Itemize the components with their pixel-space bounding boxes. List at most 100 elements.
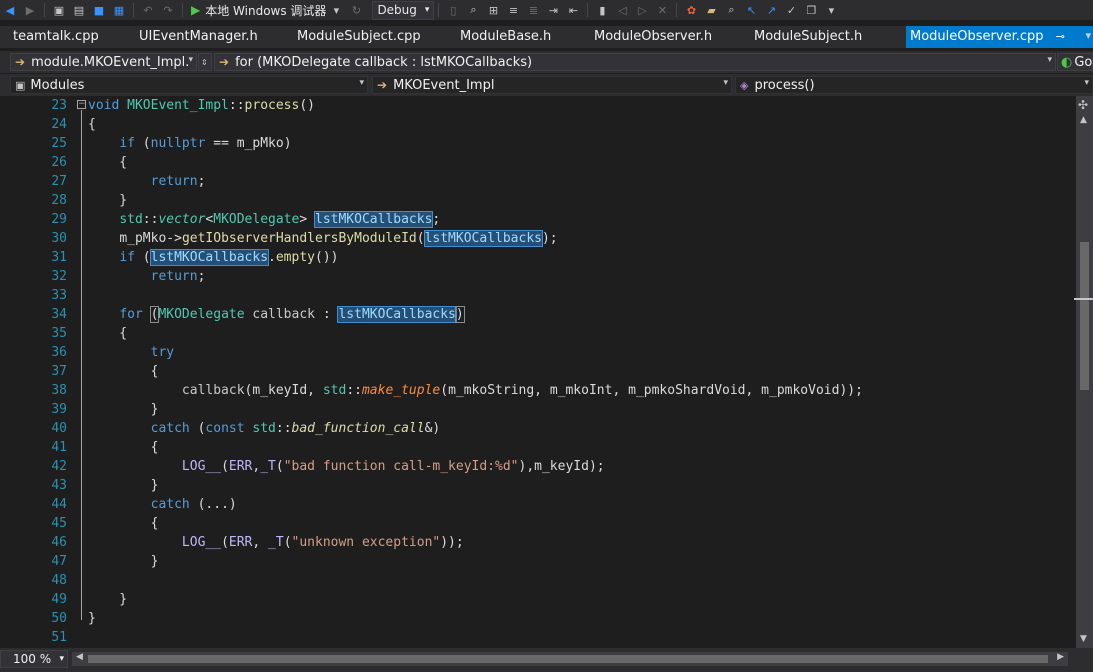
line-number: 25 bbox=[51, 136, 67, 151]
split-icon[interactable]: ✣ bbox=[1078, 98, 1088, 112]
code-line: 33 bbox=[0, 286, 1076, 305]
code-line: 46 LOG__(ERR, _T("unknown exception")); bbox=[0, 533, 1076, 552]
prev-bookmark-icon[interactable]: ◁ bbox=[615, 3, 629, 17]
toolbar-separator bbox=[438, 3, 440, 17]
code-line: 23− void MKOEvent_Impl::process() bbox=[0, 96, 1076, 115]
search-icon[interactable]: ⌕ bbox=[466, 3, 480, 17]
tab-teamtalk-cpp[interactable]: teamtalk.cpp bbox=[13, 26, 99, 48]
line-number: 24 bbox=[51, 117, 67, 132]
context-select[interactable]: ➔ for (MKODelegate callback : lstMKOCall… bbox=[214, 53, 1056, 71]
scroll-down-icon[interactable]: ▼ bbox=[1080, 634, 1087, 644]
line-number: 39 bbox=[51, 402, 67, 417]
dropdown-icon[interactable]: ▾ bbox=[329, 3, 343, 17]
outdent-icon[interactable]: ⇤ bbox=[566, 3, 580, 17]
scrollbar-thumb[interactable] bbox=[88, 655, 1048, 663]
code-line: 38 callback(m_keyId, std::make_tuple(m_m… bbox=[0, 381, 1076, 400]
redo-icon[interactable]: ↷ bbox=[161, 3, 175, 17]
file-icon[interactable]: ▯ bbox=[446, 3, 460, 17]
caret-position-marker bbox=[1074, 298, 1093, 300]
class-value: MKOEvent_Impl bbox=[393, 77, 495, 93]
indent-icon[interactable]: ⇥ bbox=[546, 3, 560, 17]
go-button[interactable]: ◐ Go bbox=[1057, 53, 1093, 71]
refresh-icon[interactable]: ↻ bbox=[349, 3, 363, 17]
bookmark-icon[interactable]: ▮ bbox=[595, 3, 609, 17]
tab-moduleobserver-h[interactable]: ModuleObserver.h bbox=[594, 26, 712, 48]
scrollbar-thumb[interactable] bbox=[1080, 242, 1089, 390]
code-line: 26 { bbox=[0, 153, 1076, 172]
line-number: 31 bbox=[51, 250, 67, 265]
scroll-up-icon[interactable]: ▲ bbox=[1080, 115, 1087, 125]
project-select[interactable]: ▣ Modules ▾ bbox=[10, 76, 368, 94]
undo-icon[interactable]: ↶ bbox=[141, 3, 155, 17]
zoom-select[interactable]: 100 % ▾ bbox=[0, 650, 68, 668]
clear-bookmarks-icon[interactable]: ✕ bbox=[655, 3, 669, 17]
list-icon[interactable]: ≡ bbox=[506, 3, 520, 17]
next-bookmark-icon[interactable]: ▷ bbox=[635, 3, 649, 17]
start-debugging-button[interactable]: ▶ 本地 Windows 调试器 ▾ bbox=[191, 2, 346, 19]
copy-icon[interactable]: ❐ bbox=[804, 3, 818, 17]
tab-modulesubject-h[interactable]: ModuleSubject.h bbox=[754, 26, 862, 48]
class-select[interactable]: ➔ MKOEvent_Impl ▾ bbox=[372, 76, 732, 94]
line-number: 49 bbox=[51, 592, 67, 607]
line-number: 36 bbox=[51, 345, 67, 360]
vertical-scrollbar[interactable]: ✣ ▲ ▼ bbox=[1074, 96, 1093, 648]
member-navigation-bar: ▣ Modules ▾ ➔ MKOEvent_Impl ▾ ◈ process(… bbox=[0, 74, 1093, 96]
code-line: 45 { bbox=[0, 514, 1076, 533]
spell-check-icon[interactable]: ✓ bbox=[784, 3, 798, 17]
spinner-icon: ⇕ bbox=[201, 57, 208, 67]
code-line: 50} bbox=[0, 609, 1076, 628]
toolbar-separator bbox=[182, 3, 183, 17]
method-icon: ◈ bbox=[740, 78, 749, 92]
line-number: 43 bbox=[51, 478, 67, 493]
new-project-icon[interactable]: ▣ bbox=[52, 3, 66, 17]
navigate-back-icon[interactable]: ↖ bbox=[744, 3, 758, 17]
toolbar-separator bbox=[44, 3, 45, 17]
editor-bottom-bar: 100 % ▾ ◀ ▶ bbox=[0, 648, 1093, 672]
chevron-down-icon: ▾ bbox=[723, 78, 728, 88]
project-icon: ▣ bbox=[15, 78, 26, 92]
settings-icon[interactable]: ✿ bbox=[684, 3, 698, 17]
forward-icon[interactable]: ▶ bbox=[23, 3, 37, 17]
toolbar-separator bbox=[133, 3, 134, 17]
tab-uieventmanager-h[interactable]: UIEventManager.h bbox=[139, 26, 258, 48]
toolbar-separator bbox=[587, 3, 589, 17]
scope-spinner[interactable]: ⇕ bbox=[198, 53, 212, 71]
more-icon[interactable]: ▾ bbox=[824, 3, 838, 17]
line-number: 45 bbox=[51, 516, 67, 531]
code-line: 36 try bbox=[0, 343, 1076, 362]
config-value: Debug bbox=[377, 3, 417, 17]
pin-icon[interactable]: ⊸ bbox=[1056, 30, 1065, 43]
line-number: 38 bbox=[51, 383, 67, 398]
save-icon[interactable]: ■ bbox=[92, 3, 106, 17]
code-line: 32 return; bbox=[0, 267, 1076, 286]
code-line: 29 std::vector<MKODelegate> lstMKOCallba… bbox=[0, 210, 1076, 229]
tab-modulebase-h[interactable]: ModuleBase.h bbox=[460, 26, 551, 48]
member-select[interactable]: ◈ process() ▾ bbox=[735, 76, 1093, 94]
code-line: 43 } bbox=[0, 476, 1076, 495]
save-all-icon[interactable]: ▦ bbox=[112, 3, 126, 17]
folder-icon[interactable]: ▰ bbox=[704, 3, 718, 17]
member-value: process() bbox=[754, 77, 815, 93]
collapse-icon[interactable]: − bbox=[77, 100, 86, 109]
back-icon[interactable]: ◀ bbox=[3, 3, 17, 17]
find-in-files-icon[interactable]: ⌕ bbox=[724, 3, 738, 17]
line-number: 42 bbox=[51, 459, 67, 474]
line-number: 33 bbox=[51, 288, 67, 303]
tab-label: ModuleBase.h bbox=[460, 29, 552, 44]
scroll-left-icon[interactable]: ◀ bbox=[76, 652, 83, 662]
code-editor[interactable]: 23− void MKOEvent_Impl::process() 24{ 25 … bbox=[0, 96, 1076, 648]
tab-modulesubject-cpp[interactable]: ModuleSubject.cpp bbox=[297, 26, 421, 48]
line-number: 29 bbox=[51, 212, 67, 227]
tab-overflow-icon[interactable]: ▾ bbox=[1085, 29, 1091, 42]
code-line: 35 { bbox=[0, 324, 1076, 343]
code-line: 39 } bbox=[0, 400, 1076, 419]
navigate-forward-icon[interactable]: ↗ bbox=[764, 3, 778, 17]
find-icon[interactable]: ⊞ bbox=[486, 3, 500, 17]
open-file-icon[interactable]: ▤ bbox=[72, 3, 86, 17]
tab-moduleobserver-cpp[interactable]: ModuleObserver.cpp ⊸ ✕ bbox=[906, 26, 1093, 66]
horizontal-scrollbar[interactable]: ◀ ▶ bbox=[72, 652, 1068, 666]
scroll-right-icon[interactable]: ▶ bbox=[1057, 652, 1064, 662]
scope-select[interactable]: ➔ module.MKOEvent_Impl. ▾ bbox=[10, 53, 197, 71]
solution-configuration-select[interactable]: Debug ▾ bbox=[372, 0, 435, 20]
list2-icon[interactable]: ≣ bbox=[526, 3, 540, 17]
